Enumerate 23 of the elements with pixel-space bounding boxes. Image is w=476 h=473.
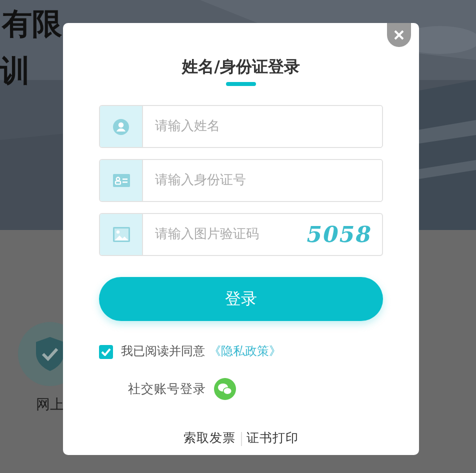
id-card-icon [112, 174, 130, 187]
hero-title: 有限 [0, 6, 63, 44]
service-label[interactable]: 网上 [36, 396, 64, 414]
social-login-label: 社交账号登录 [128, 380, 206, 398]
image-icon [112, 227, 130, 242]
chat-bubbles-icon[interactable] [214, 378, 236, 400]
input-field[interactable]: 请输入图片验证码 5058 [99, 213, 383, 256]
footer-link[interactable]: 索取发票 [184, 430, 236, 447]
input-field[interactable]: 请输入姓名 [99, 105, 383, 148]
dialog-title: 姓名/身份证登录 [182, 57, 300, 78]
privacy-policy-link[interactable]: 《隐私政策》 [209, 343, 281, 360]
shield-check-icon [36, 337, 64, 371]
footer-link[interactable]: 证书打印 [246, 430, 298, 447]
agree-checkbox[interactable] [99, 344, 113, 358]
close-button[interactable] [387, 23, 411, 47]
agreement-text: 我已阅读并同意 [121, 343, 205, 360]
login-button[interactable]: 登录 [99, 277, 383, 321]
input-field[interactable]: 请输入身份证号 [99, 159, 383, 202]
user-icon [113, 118, 129, 134]
hero-subtitle: 训 [0, 54, 30, 90]
title-underline [226, 82, 256, 86]
captcha-image[interactable]: 5058 [306, 222, 372, 248]
close-icon [394, 30, 404, 40]
